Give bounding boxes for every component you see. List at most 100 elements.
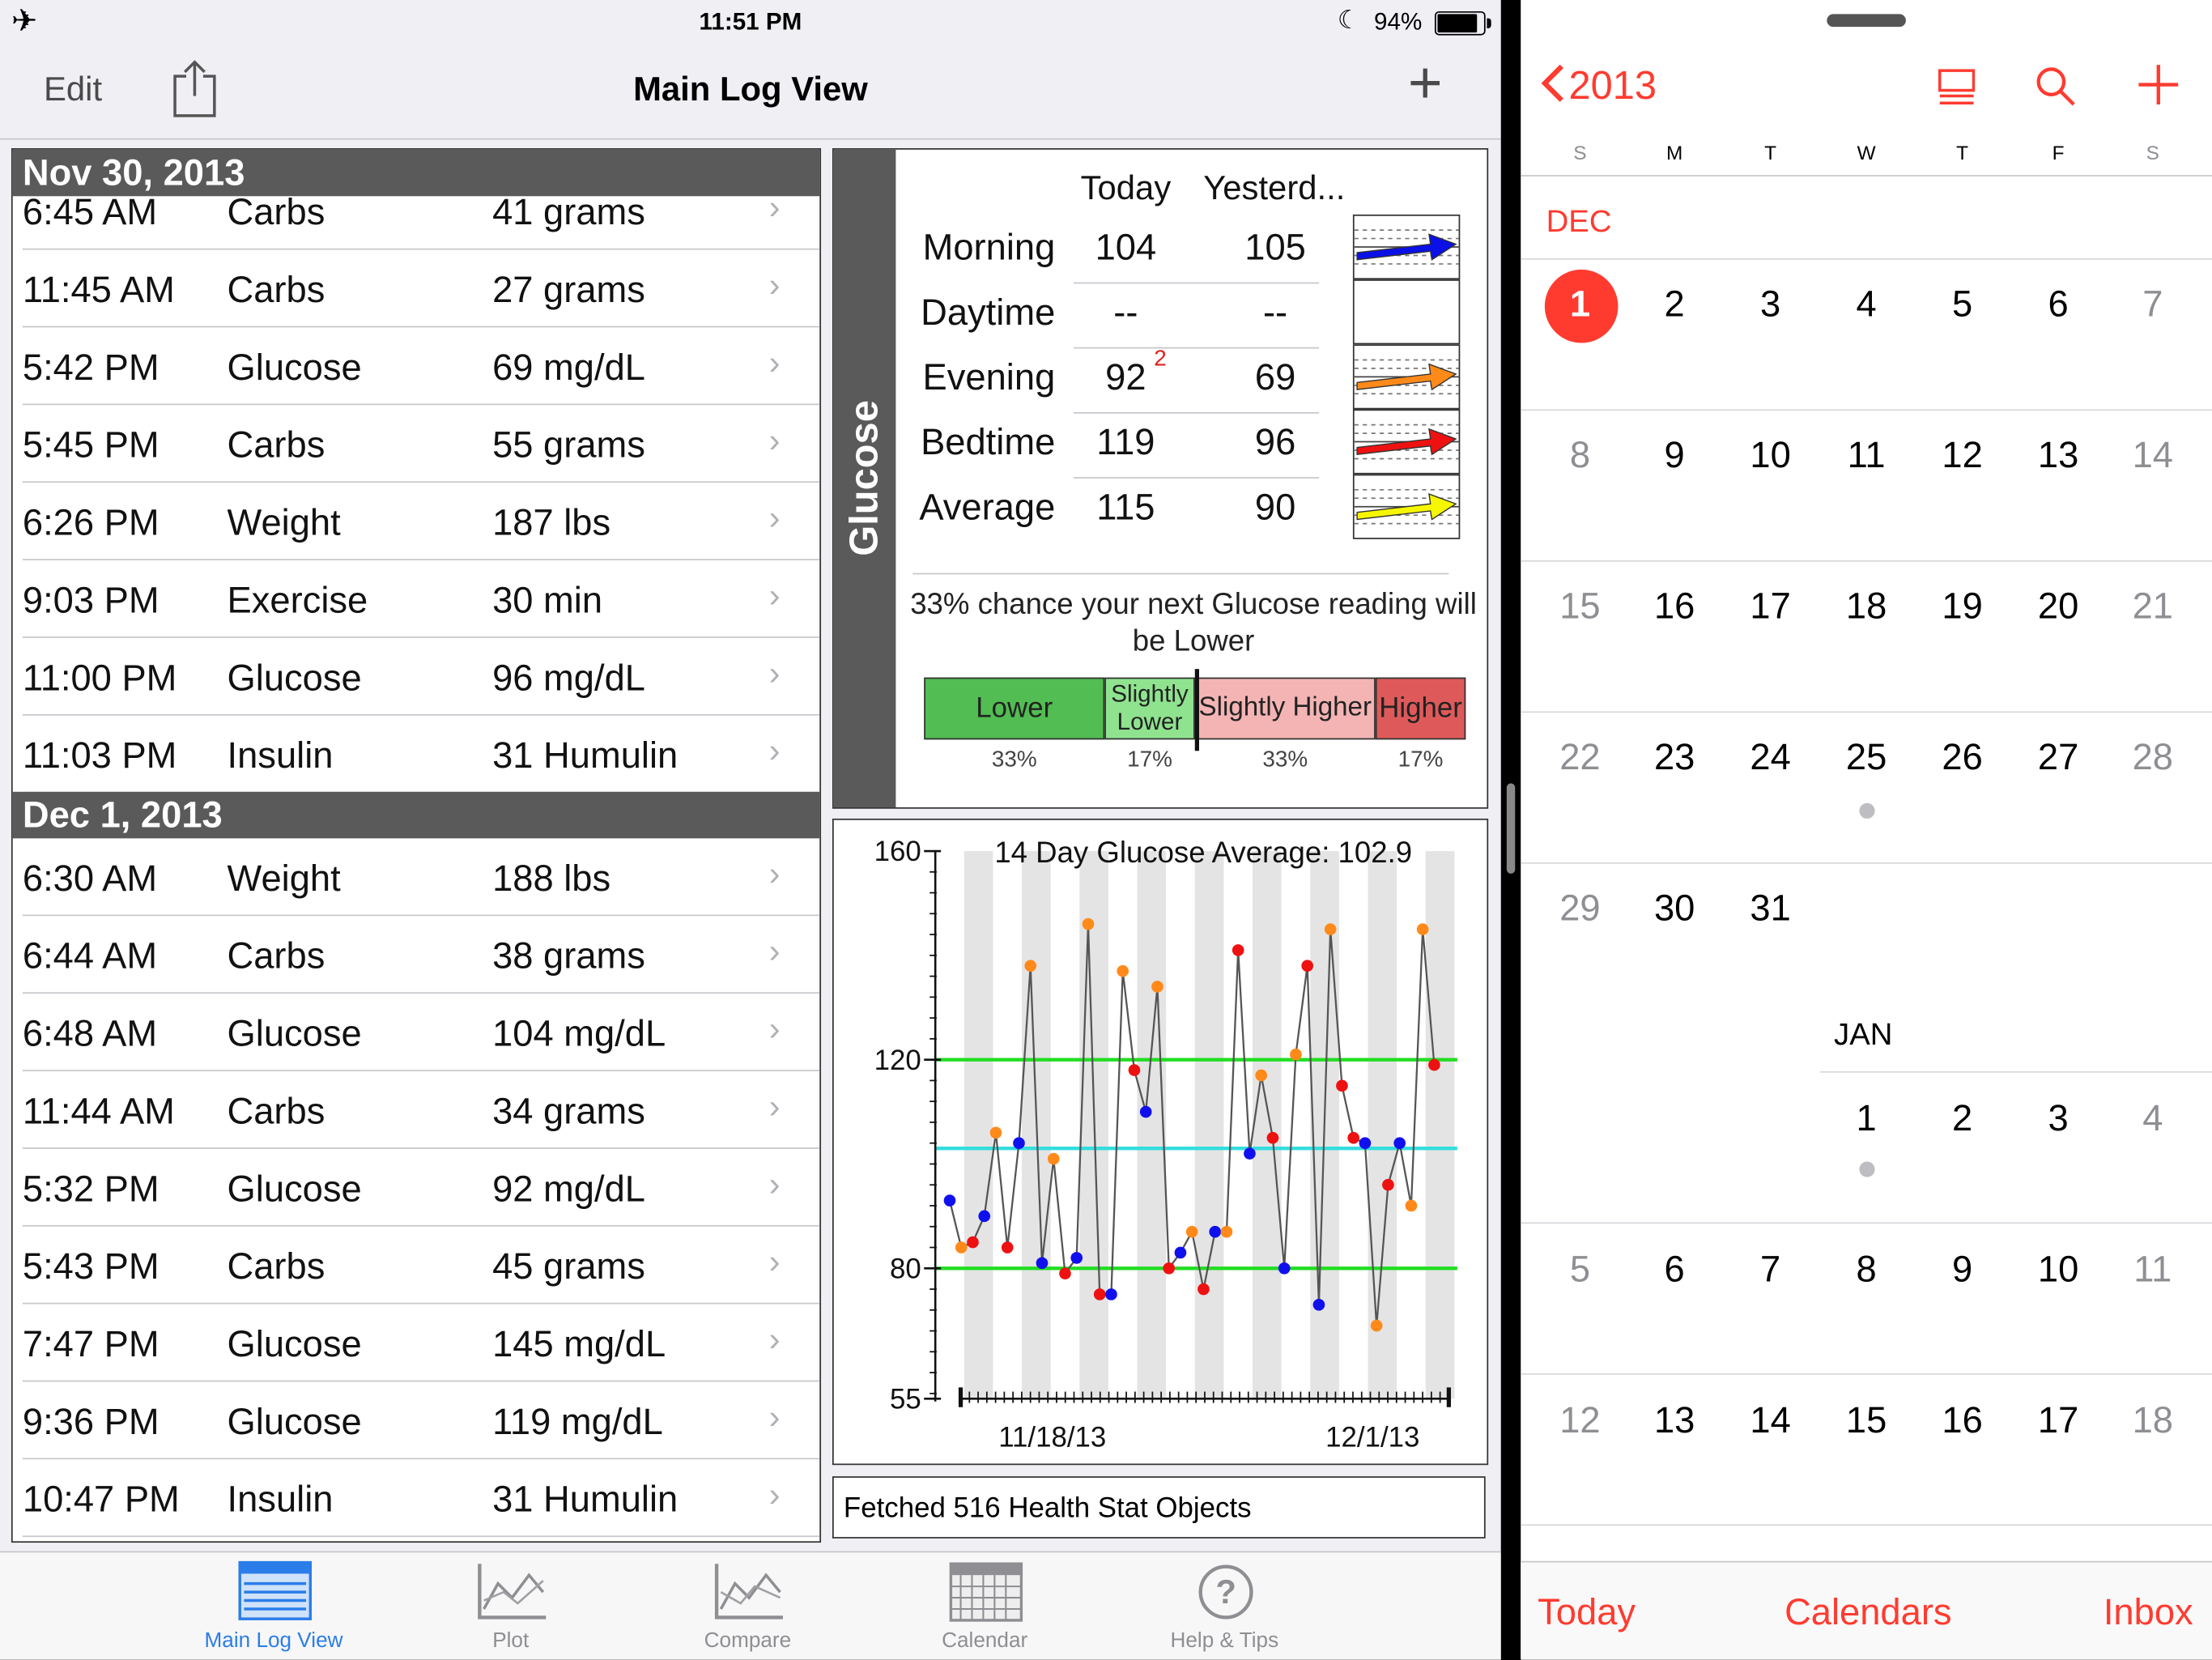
calendar-day[interactable]: 6	[2016, 283, 2101, 326]
today-value: 119	[1096, 420, 1155, 463]
split-view-divider[interactable]	[1500, 0, 1521, 1659]
calendar-day[interactable]: 18	[2111, 1398, 2196, 1442]
calendar-day[interactable]: 14	[1728, 1398, 1813, 1442]
calendar-day[interactable]: 7	[2111, 283, 2196, 326]
glucose-data-point	[1151, 981, 1163, 993]
calendar-day[interactable]: 8	[1538, 433, 1623, 477]
calendar-day[interactable]: 25	[1824, 735, 1909, 779]
log-entry-row[interactable]: 9:36 PM Glucose 119 mg/dL ›	[13, 1381, 820, 1460]
calendar-day[interactable]: 21	[2111, 585, 2196, 628]
chevron-right-icon: ›	[768, 266, 781, 305]
calendar-day[interactable]: 4	[1824, 283, 1909, 326]
calendar-day[interactable]: 10	[2016, 1248, 2101, 1292]
log-entry-row[interactable]: 11:00 PM Glucose 96 mg/dL ›	[13, 638, 820, 716]
calendar-day[interactable]: 6	[1632, 1248, 1717, 1292]
tab-calendar[interactable]: Calendar	[878, 1552, 1090, 1659]
calendar-day[interactable]: 12	[1920, 433, 2005, 477]
chevron-right-icon: ›	[768, 577, 781, 615]
calendar-day[interactable]: 2	[1632, 283, 1717, 326]
calendar-day[interactable]: 17	[1728, 585, 1813, 628]
calendar-day[interactable]: 10	[1728, 433, 1813, 477]
calendar-day[interactable]: 27	[2016, 735, 2101, 779]
log-entry-row[interactable]: 6:48 AM Glucose 104 mg/dL ›	[13, 994, 820, 1071]
calendar-day[interactable]: 22	[1538, 735, 1623, 779]
log-entry-row[interactable]: 6:26 PM Weight 187 lbs ›	[13, 483, 820, 560]
trend-indicator	[1352, 214, 1461, 280]
row-separator	[1073, 347, 1320, 349]
tab-compare[interactable]: Compare	[642, 1552, 853, 1659]
calendar-day[interactable]: 13	[1632, 1398, 1717, 1442]
calendar-day[interactable]: 16	[1920, 1398, 2005, 1442]
inbox-button[interactable]: Inbox	[2104, 1590, 2193, 1634]
log-entry-row[interactable]: 6:30 AM Weight 188 lbs ›	[13, 838, 820, 917]
calendar-day[interactable]: 5	[1538, 1248, 1623, 1292]
calendar-day[interactable]: 7	[1728, 1248, 1813, 1292]
log-entry-row[interactable]: 10:47 PM Insulin 31 Humulin ›	[13, 1459, 820, 1538]
chevron-right-icon: ›	[768, 855, 781, 894]
week-separator	[1521, 1373, 2212, 1375]
log-entry-row[interactable]: 6:44 AM Carbs 38 grams ›	[13, 916, 820, 994]
calendar-day[interactable]: 15	[1824, 1398, 1909, 1442]
chevron-right-icon: ›	[768, 1321, 781, 1360]
tab-help-tips[interactable]: ? Help & Tips	[1119, 1552, 1330, 1659]
calendar-day[interactable]: 12	[1538, 1398, 1623, 1442]
calendar-day[interactable]: 1	[1824, 1096, 1909, 1140]
add-entry-button[interactable]: +	[1408, 53, 1443, 113]
glucose-data-point	[1128, 1064, 1141, 1076]
calendar-day[interactable]: 14	[2111, 433, 2196, 477]
log-entry-row[interactable]: 5:43 PM Carbs 45 grams ›	[13, 1227, 820, 1305]
calendar-day[interactable]: 28	[2111, 735, 2196, 779]
log-entry-row[interactable]: 11:44 AM Carbs 34 grams ›	[13, 1071, 820, 1149]
log-entry-row[interactable]: 5:45 PM Carbs 55 grams ›	[13, 405, 820, 483]
calendar-day[interactable]: 16	[1632, 585, 1717, 628]
calendar-day[interactable]: 29	[1538, 887, 1623, 930]
calendar-day[interactable]: 11	[1824, 433, 1909, 477]
calendar-day[interactable]: 5	[1920, 283, 2005, 326]
calendar-day[interactable]: 15	[1538, 585, 1623, 628]
split-view-handle[interactable]	[1506, 783, 1516, 874]
y-tick-label: 120	[874, 1045, 921, 1076]
tab-main-log-view[interactable]: Main Log View	[168, 1552, 379, 1659]
calendar-day[interactable]: 24	[1728, 735, 1813, 779]
calendar-day[interactable]: 3	[1728, 283, 1813, 326]
calendar-day[interactable]: 8	[1824, 1248, 1909, 1292]
log-entry-row[interactable]: 7:47 PM Glucose 145 mg/dL ›	[13, 1305, 820, 1382]
log-entry-row[interactable]: 11:45 AM Carbs 27 grams ›	[13, 250, 820, 328]
calendar-day[interactable]: 3	[2016, 1096, 2101, 1140]
calendar-day[interactable]: 9	[1632, 433, 1717, 477]
week-separator	[1521, 258, 2212, 260]
tab-plot[interactable]: Plot	[405, 1552, 616, 1659]
add-event-icon[interactable]	[2136, 62, 2181, 114]
calendar-day[interactable]: 20	[2016, 585, 2101, 628]
glucose-data-point	[1266, 1131, 1279, 1144]
calendar-day[interactable]: 2	[1920, 1096, 2005, 1140]
calendar-navigation-bar: 2013	[1521, 53, 2212, 124]
calendar-day[interactable]: 31	[1728, 887, 1813, 930]
log-entry-row[interactable]: 9:03 PM Exercise 30 min ›	[13, 560, 820, 638]
search-icon[interactable]	[2034, 65, 2076, 114]
calendar-day[interactable]: 1	[1538, 283, 1623, 326]
today-button[interactable]: Today	[1538, 1590, 1636, 1634]
calendar-day[interactable]: 4	[2111, 1096, 2196, 1140]
calendar-day[interactable]: 18	[1824, 585, 1909, 628]
calendars-button[interactable]: Calendars	[1784, 1590, 1951, 1634]
calendar-day[interactable]: 19	[1920, 585, 2005, 628]
calendar-day[interactable]: 11	[2111, 1248, 2196, 1292]
calendar-day[interactable]: 30	[1632, 887, 1717, 930]
calendar-day[interactable]: 9	[1920, 1248, 2005, 1292]
log-entry-row[interactable]: 11:03 PM Insulin 31 Humulin ›	[13, 716, 820, 794]
trend-arrow-icon	[1354, 229, 1459, 265]
log-entry-row[interactable]: 5:42 PM Glucose 69 mg/dL ›	[13, 327, 820, 406]
list-view-icon[interactable]	[1938, 68, 1976, 115]
glucose-data-point	[1197, 1283, 1210, 1296]
back-to-year-button[interactable]: 2013	[1538, 62, 1657, 109]
calendar-day[interactable]: 26	[1920, 735, 2005, 779]
glucose-data-point	[1209, 1225, 1222, 1238]
calendar-day[interactable]: 23	[1632, 735, 1717, 779]
log-list[interactable]: 6:45 AM Carbs 41 grams › 11:45 AM Carbs 27 gra…	[11, 148, 822, 1543]
calendar-day[interactable]: 17	[2016, 1398, 2101, 1442]
log-entry-row[interactable]: 5:32 PM Glucose 92 mg/dL ›	[13, 1149, 820, 1227]
calendar-day[interactable]: 13	[2016, 433, 2101, 477]
slide-over-grabber[interactable]	[1827, 14, 1906, 28]
period-label: Morning	[922, 225, 1056, 269]
